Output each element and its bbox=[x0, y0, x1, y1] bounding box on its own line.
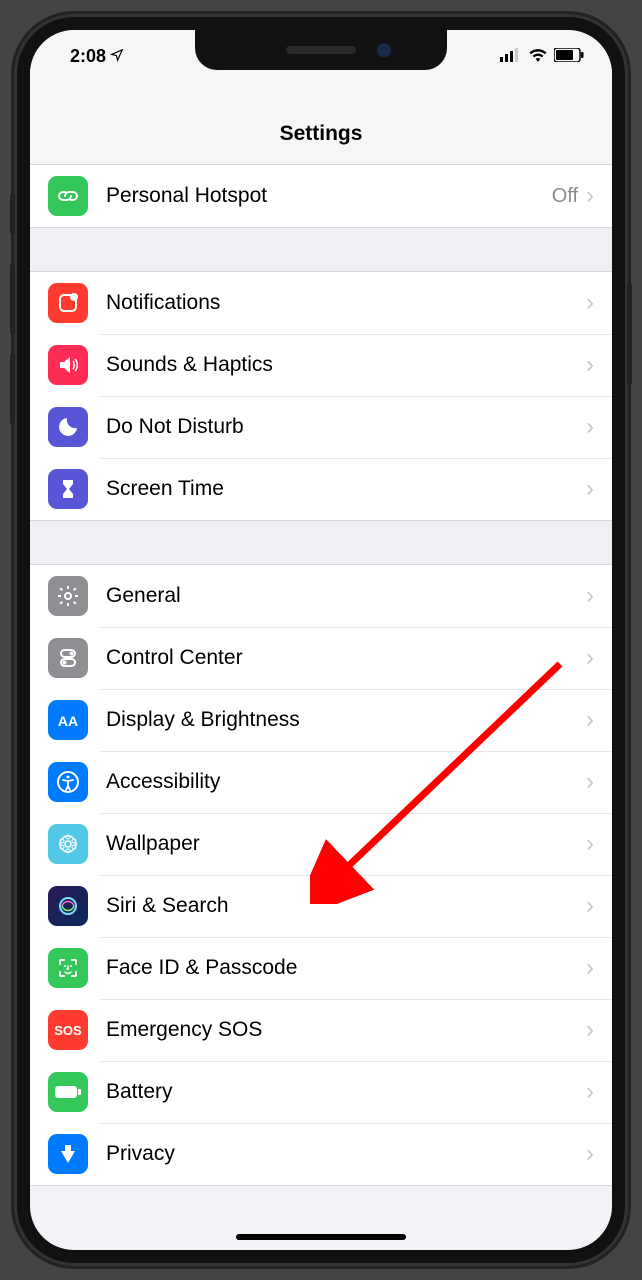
row-detail: Off bbox=[552, 185, 578, 208]
sounds-icon bbox=[48, 345, 88, 385]
row-siri-search[interactable]: Siri & Search › bbox=[30, 875, 612, 937]
row-label: Screen Time bbox=[106, 477, 586, 501]
siri-icon bbox=[48, 886, 88, 926]
phone-frame: 2:08 bbox=[14, 14, 628, 1266]
status-time: 2:08 bbox=[70, 46, 106, 67]
accessibility-icon bbox=[48, 762, 88, 802]
row-label: Wallpaper bbox=[106, 832, 586, 856]
chevron-right-icon: › bbox=[586, 584, 594, 608]
location-arrow-icon bbox=[110, 46, 124, 67]
front-camera bbox=[377, 43, 391, 57]
control-center-icon bbox=[48, 638, 88, 678]
row-label: Battery bbox=[106, 1080, 586, 1104]
wallpaper-icon bbox=[48, 824, 88, 864]
chevron-right-icon: › bbox=[586, 646, 594, 670]
chevron-right-icon: › bbox=[586, 770, 594, 794]
row-label: Emergency SOS bbox=[106, 1018, 586, 1042]
volume-down-button bbox=[10, 354, 15, 424]
chevron-right-icon: › bbox=[586, 477, 594, 501]
settings-group: General › Control Center › AA Display & … bbox=[30, 565, 612, 1186]
home-indicator[interactable] bbox=[236, 1234, 406, 1240]
link-icon bbox=[48, 176, 88, 216]
notifications-icon bbox=[48, 283, 88, 323]
power-button bbox=[627, 284, 632, 384]
signal-icon bbox=[500, 46, 522, 67]
chevron-right-icon: › bbox=[586, 291, 594, 315]
svg-text:AA: AA bbox=[58, 713, 78, 729]
display-icon: AA bbox=[48, 700, 88, 740]
row-personal-hotspot[interactable]: Personal Hotspot Off › bbox=[30, 165, 612, 227]
chevron-right-icon: › bbox=[586, 1142, 594, 1166]
row-notifications[interactable]: Notifications › bbox=[30, 272, 612, 334]
general-icon bbox=[48, 576, 88, 616]
sos-icon: SOS bbox=[48, 1010, 88, 1050]
chevron-right-icon: › bbox=[586, 894, 594, 918]
mute-switch bbox=[10, 194, 15, 234]
chevron-right-icon: › bbox=[586, 1018, 594, 1042]
row-label: Accessibility bbox=[106, 770, 586, 794]
row-emergency-sos[interactable]: SOS Emergency SOS › bbox=[30, 999, 612, 1061]
wifi-icon bbox=[528, 46, 548, 67]
row-display-brightness[interactable]: AA Display & Brightness › bbox=[30, 689, 612, 751]
settings-group: Personal Hotspot Off › bbox=[30, 165, 612, 228]
settings-group: Notifications › Sounds & Haptics › Do No… bbox=[30, 272, 612, 521]
row-wallpaper[interactable]: Wallpaper › bbox=[30, 813, 612, 875]
chevron-right-icon: › bbox=[586, 708, 594, 732]
chevron-right-icon: › bbox=[586, 353, 594, 377]
row-label: General bbox=[106, 584, 586, 608]
privacy-icon bbox=[48, 1134, 88, 1174]
svg-text:SOS: SOS bbox=[54, 1023, 82, 1038]
row-general[interactable]: General › bbox=[30, 565, 612, 627]
row-face-id-passcode[interactable]: Face ID & Passcode › bbox=[30, 937, 612, 999]
row-sounds-haptics[interactable]: Sounds & Haptics › bbox=[30, 334, 612, 396]
row-control-center[interactable]: Control Center › bbox=[30, 627, 612, 689]
row-screen-time[interactable]: Screen Time › bbox=[30, 458, 612, 520]
battery-icon bbox=[554, 46, 584, 67]
row-privacy[interactable]: Privacy › bbox=[30, 1123, 612, 1185]
chevron-right-icon: › bbox=[586, 956, 594, 980]
row-accessibility[interactable]: Accessibility › bbox=[30, 751, 612, 813]
row-label: Face ID & Passcode bbox=[106, 956, 586, 980]
row-do-not-disturb[interactable]: Do Not Disturb › bbox=[30, 396, 612, 458]
group-spacer bbox=[30, 228, 612, 272]
row-label: Privacy bbox=[106, 1142, 586, 1166]
settings-list[interactable]: Personal Hotspot Off › Notifications › bbox=[30, 165, 612, 1250]
row-label: Control Center bbox=[106, 646, 586, 670]
chevron-right-icon: › bbox=[586, 1080, 594, 1104]
row-label: Siri & Search bbox=[106, 894, 586, 918]
row-battery[interactable]: Battery › bbox=[30, 1061, 612, 1123]
chevron-right-icon: › bbox=[586, 832, 594, 856]
row-label: Display & Brightness bbox=[106, 708, 586, 732]
speaker bbox=[286, 46, 356, 54]
chevron-right-icon: › bbox=[586, 184, 594, 208]
battery-icon bbox=[48, 1072, 88, 1112]
row-label: Sounds & Haptics bbox=[106, 353, 586, 377]
row-label: Personal Hotspot bbox=[106, 184, 552, 208]
volume-up-button bbox=[10, 264, 15, 334]
faceid-icon bbox=[48, 948, 88, 988]
row-label: Do Not Disturb bbox=[106, 415, 586, 439]
notch bbox=[195, 30, 447, 70]
chevron-right-icon: › bbox=[586, 415, 594, 439]
row-label: Notifications bbox=[106, 291, 586, 315]
screen: 2:08 bbox=[30, 30, 612, 1250]
group-spacer bbox=[30, 521, 612, 565]
page-title: Settings bbox=[30, 82, 612, 165]
dnd-icon bbox=[48, 407, 88, 447]
screen-time-icon bbox=[48, 469, 88, 509]
